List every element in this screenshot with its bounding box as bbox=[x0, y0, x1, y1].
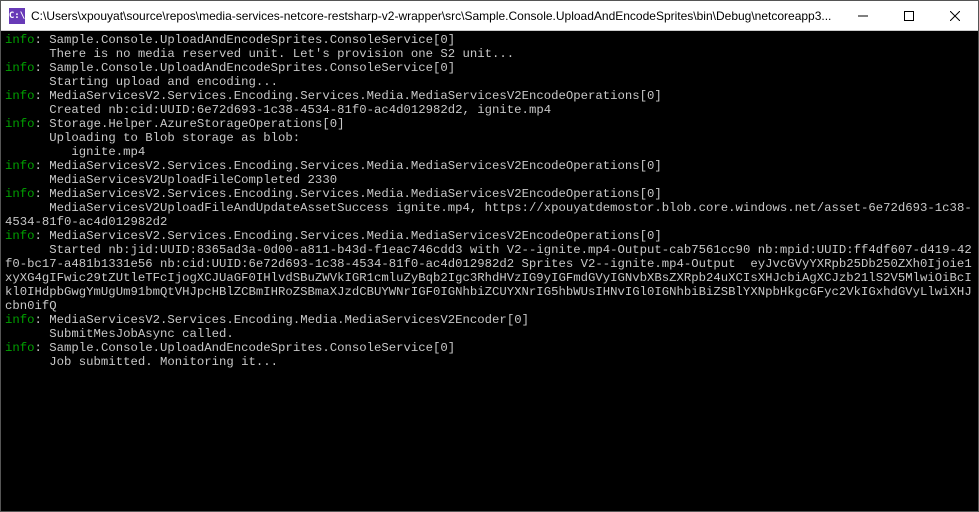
log-entry: info: Sample.Console.UploadAndEncodeSpri… bbox=[5, 341, 974, 355]
log-message: Created nb:cid:UUID:6e72d693-1c38-4534-8… bbox=[5, 103, 974, 117]
log-level: info bbox=[5, 89, 35, 103]
log-level: info bbox=[5, 159, 35, 173]
window-title: C:\Users\xpouyat\source\repos\media-serv… bbox=[31, 9, 840, 23]
console-window: C:\ C:\Users\xpouyat\source\repos\media-… bbox=[0, 0, 979, 512]
log-message: Uploading to Blob storage as blob: ignit… bbox=[5, 131, 974, 159]
maximize-button[interactable] bbox=[886, 1, 932, 30]
app-icon: C:\ bbox=[9, 8, 25, 24]
log-entry: info: Sample.Console.UploadAndEncodeSpri… bbox=[5, 33, 974, 47]
log-message: SubmitMesJobAsync called. bbox=[5, 327, 974, 341]
log-message: There is no media reserved unit. Let's p… bbox=[5, 47, 974, 61]
close-icon bbox=[950, 11, 960, 21]
log-entry: info: Storage.Helper.AzureStorageOperati… bbox=[5, 117, 974, 131]
log-message: MediaServicesV2UploadFileAndUpdateAssetS… bbox=[5, 201, 974, 229]
log-message: Starting upload and encoding... bbox=[5, 75, 974, 89]
log-entry: info: MediaServicesV2.Services.Encoding.… bbox=[5, 187, 974, 201]
window-controls bbox=[840, 1, 978, 30]
log-source: MediaServicesV2.Services.Encoding.Servic… bbox=[49, 159, 662, 173]
log-entry: info: MediaServicesV2.Services.Encoding.… bbox=[5, 229, 974, 243]
log-level: info bbox=[5, 229, 35, 243]
log-level: info bbox=[5, 33, 35, 47]
log-source: Sample.Console.UploadAndEncodeSprites.Co… bbox=[49, 33, 455, 47]
close-button[interactable] bbox=[932, 1, 978, 30]
log-source: Sample.Console.UploadAndEncodeSprites.Co… bbox=[49, 61, 455, 75]
log-message: Started nb:jid:UUID:8365ad3a-0d00-a811-b… bbox=[5, 243, 974, 313]
log-message: MediaServicesV2UploadFileCompleted 2330 bbox=[5, 173, 974, 187]
maximize-icon bbox=[904, 11, 914, 21]
log-level: info bbox=[5, 187, 35, 201]
log-source: MediaServicesV2.Services.Encoding.Media.… bbox=[49, 313, 529, 327]
log-level: info bbox=[5, 61, 35, 75]
minimize-icon bbox=[858, 11, 868, 21]
minimize-button[interactable] bbox=[840, 1, 886, 30]
log-entry: info: MediaServicesV2.Services.Encoding.… bbox=[5, 89, 974, 103]
log-source: MediaServicesV2.Services.Encoding.Servic… bbox=[49, 89, 662, 103]
log-level: info bbox=[5, 341, 35, 355]
log-level: info bbox=[5, 313, 35, 327]
log-entry: info: MediaServicesV2.Services.Encoding.… bbox=[5, 159, 974, 173]
log-entry: info: MediaServicesV2.Services.Encoding.… bbox=[5, 313, 974, 327]
log-message: Job submitted. Monitoring it... bbox=[5, 355, 974, 369]
titlebar[interactable]: C:\ C:\Users\xpouyat\source\repos\media-… bbox=[1, 1, 978, 31]
log-source: MediaServicesV2.Services.Encoding.Servic… bbox=[49, 187, 662, 201]
log-level: info bbox=[5, 117, 35, 131]
log-source: Storage.Helper.AzureStorageOperations[0] bbox=[49, 117, 344, 131]
console-output[interactable]: info: Sample.Console.UploadAndEncodeSpri… bbox=[1, 31, 978, 511]
log-entry: info: Sample.Console.UploadAndEncodeSpri… bbox=[5, 61, 974, 75]
log-source: MediaServicesV2.Services.Encoding.Servic… bbox=[49, 229, 662, 243]
log-source: Sample.Console.UploadAndEncodeSprites.Co… bbox=[49, 341, 455, 355]
